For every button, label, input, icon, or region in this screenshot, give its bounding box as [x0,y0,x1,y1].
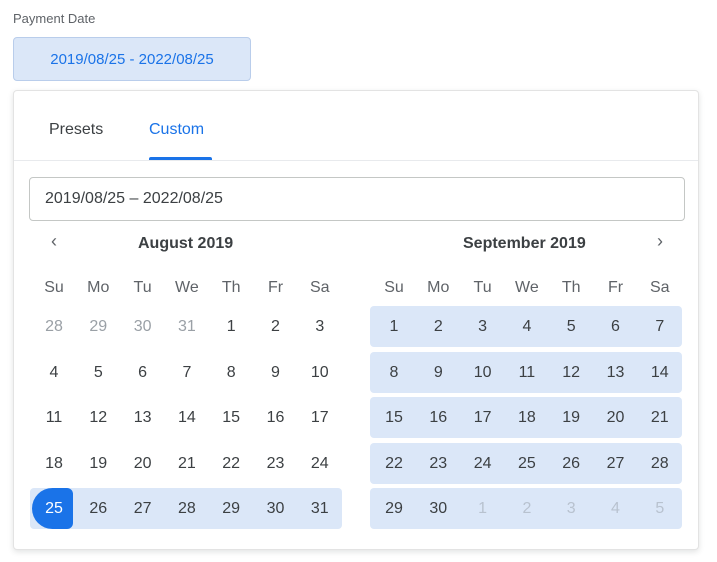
calendar-day[interactable]: 29 [76,306,120,347]
calendar-day[interactable]: 25 [505,443,549,484]
weekday-header: Tu [473,279,492,296]
calendar-day[interactable]: 15 [372,397,416,438]
calendar-day[interactable]: 29 [372,488,416,529]
calendar-day[interactable]: 20 [594,397,638,438]
calendar-day[interactable]: 1 [209,306,253,347]
calendar-day[interactable]: 3 [461,306,505,347]
calendar-day[interactable]: 1 [372,306,416,347]
calendar-day[interactable]: 17 [461,397,505,438]
date-range-chip[interactable]: 2019/08/25 - 2022/08/25 [13,37,251,81]
calendar-day[interactable]: 9 [254,352,298,393]
calendar-day[interactable]: 11 [505,352,549,393]
calendar-day[interactable]: 13 [594,352,638,393]
weekday-header: Fr [267,279,284,296]
calendar-day[interactable]: 28 [32,306,76,347]
calendar-day[interactable]: 4 [594,488,638,529]
calendar-day[interactable]: 19 [76,443,120,484]
calendar-day[interactable]: 27 [121,488,165,529]
calendar-day[interactable]: 1 [461,488,505,529]
calendar-day[interactable]: 24 [298,443,342,484]
date-picker-popup: Presets Custom 2019/08/25 – 2022/08/25 ‹… [13,90,699,550]
calendar-day[interactable]: 5 [76,352,120,393]
active-tab-indicator [149,157,212,160]
calendar-day[interactable]: 20 [121,443,165,484]
calendar-day[interactable]: 2 [254,306,298,347]
weekday-header: Sa [310,279,330,296]
date-range-input[interactable]: 2019/08/25 – 2022/08/25 [29,177,685,221]
calendar-day[interactable]: 21 [165,443,209,484]
calendar-day[interactable]: 16 [254,397,298,438]
calendar-day[interactable]: 14 [638,352,682,393]
month-title-right: September 2019 [463,235,586,252]
calendar-day[interactable]: 8 [209,352,253,393]
tab-custom[interactable]: Custom [149,121,204,139]
calendar-day[interactable]: 24 [461,443,505,484]
calendar-day[interactable]: 23 [254,443,298,484]
calendar-day[interactable]: 3 [549,488,593,529]
calendar-day[interactable]: 12 [549,352,593,393]
calendar-day[interactable]: 29 [209,488,253,529]
calendar-day[interactable]: 10 [298,352,342,393]
weekday-header: Su [44,279,64,296]
calendar-day[interactable]: 5 [549,306,593,347]
calendar-day[interactable]: 7 [638,306,682,347]
calendar-day[interactable]: 27 [594,443,638,484]
calendar-day[interactable]: 31 [165,306,209,347]
calendar-day[interactable]: 14 [165,397,209,438]
month-title-left: August 2019 [138,235,234,252]
calendar-day[interactable]: 30 [254,488,298,529]
payment-date-label: Payment Date [13,11,96,26]
weekday-header: We [515,279,539,296]
tab-presets[interactable]: Presets [49,121,103,139]
calendar-day[interactable]: 2 [505,488,549,529]
weekday-header: Tu [133,279,152,296]
weekday-header: Sa [650,279,670,296]
calendar-day[interactable]: 26 [76,488,120,529]
range-start-day[interactable]: 25 [32,488,76,529]
calendar-day[interactable]: 3 [298,306,342,347]
calendar-day[interactable]: 5 [638,488,682,529]
calendar-day[interactable]: 30 [416,488,460,529]
calendar-day[interactable]: 18 [32,443,76,484]
calendar-day[interactable]: 28 [638,443,682,484]
calendar-day[interactable]: 4 [505,306,549,347]
calendar-day[interactable]: 22 [372,443,416,484]
calendar-day[interactable]: 28 [165,488,209,529]
calendar-day[interactable]: 21 [638,397,682,438]
calendar-day[interactable]: 7 [165,352,209,393]
calendar-day[interactable]: 2 [416,306,460,347]
calendar-day[interactable]: 15 [209,397,253,438]
weekday-header: Fr [607,279,624,296]
tab-bar: Presets Custom [14,91,698,161]
calendar-day[interactable]: 19 [549,397,593,438]
weekday-header: Mo [87,279,110,296]
next-month-icon[interactable]: › [650,231,670,252]
previous-month-icon[interactable]: ‹ [44,231,64,252]
calendar-day[interactable]: 8 [372,352,416,393]
calendar-day[interactable]: 18 [505,397,549,438]
calendar-day[interactable]: 22 [209,443,253,484]
calendar-day[interactable]: 6 [594,306,638,347]
calendar-day[interactable]: 6 [121,352,165,393]
weekday-header: Th [561,279,581,296]
weekday-header: Mo [427,279,450,296]
calendar-day[interactable]: 16 [416,397,460,438]
calendar-day[interactable]: 11 [32,397,76,438]
calendar-day[interactable]: 9 [416,352,460,393]
weekday-header: Th [221,279,241,296]
calendar-day[interactable]: 17 [298,397,342,438]
calendar-day[interactable]: 13 [121,397,165,438]
calendar-day[interactable]: 31 [298,488,342,529]
calendar-day[interactable]: 30 [121,306,165,347]
calendar-day[interactable]: 4 [32,352,76,393]
weekday-header: We [175,279,199,296]
calendar-day[interactable]: 23 [416,443,460,484]
calendar-day[interactable]: 12 [76,397,120,438]
calendar-day[interactable]: 10 [461,352,505,393]
weekday-header: Su [384,279,404,296]
calendar-day[interactable]: 26 [549,443,593,484]
